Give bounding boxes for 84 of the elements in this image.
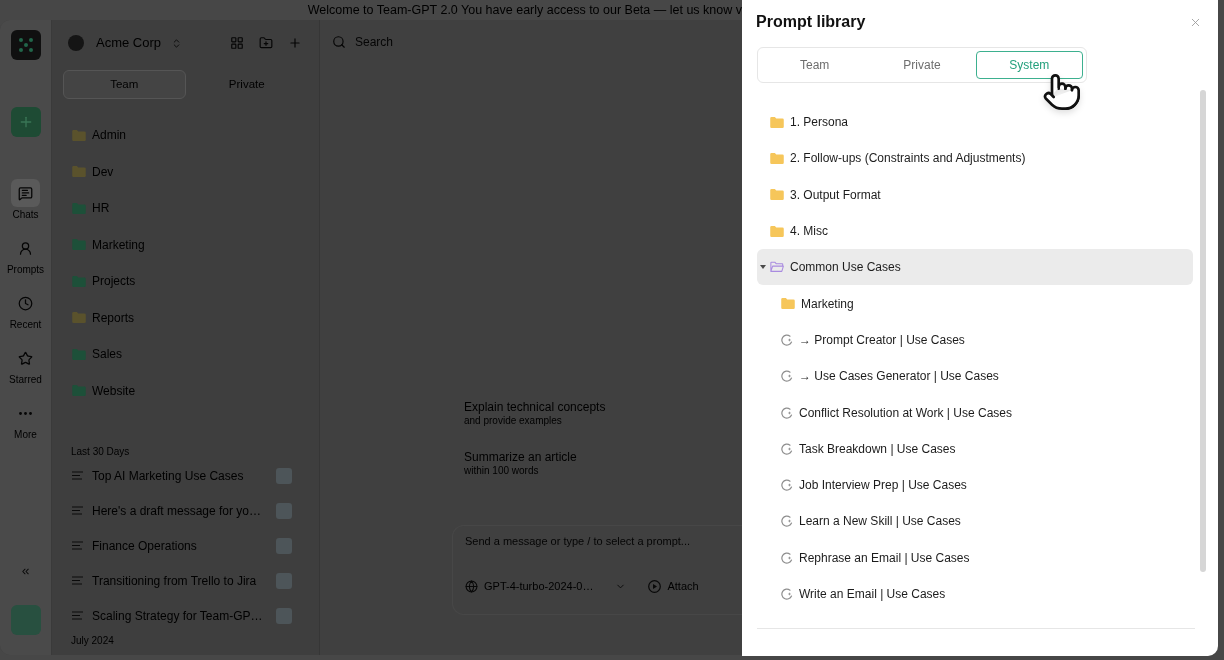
lines-icon	[72, 576, 83, 585]
chat-item[interactable]: Scaling Strategy for Team-GP…	[63, 598, 308, 633]
chat-icon	[18, 185, 33, 201]
folder-item[interactable]: Reports	[63, 299, 308, 336]
person-icon	[18, 240, 33, 256]
thumbnail-placeholder	[276, 572, 292, 589]
nav-label: Prompts	[6, 264, 45, 276]
folder-item[interactable]: Dev	[63, 153, 308, 190]
star-icon	[18, 350, 33, 366]
hand-cursor-icon	[1042, 72, 1082, 112]
thumbnail-placeholder	[276, 502, 292, 519]
section-label: July 2024	[70, 635, 115, 647]
folder-item[interactable]: Projects	[63, 263, 308, 300]
dots-icon	[19, 411, 32, 415]
clock-icon	[18, 295, 33, 311]
plus-icon[interactable]	[288, 36, 302, 50]
suggestion-card[interactable]: Explain technical concepts and provide examples	[464, 400, 606, 427]
library-tab[interactable]: Private	[868, 51, 976, 79]
sidebar-tab[interactable]: Team	[63, 70, 186, 99]
chat-item[interactable]: Transitioning from Trello to Jira	[63, 563, 308, 598]
tree-item[interactable]: 4. Misc	[757, 212, 1193, 250]
nav-label: Chats	[12, 209, 39, 221]
sparkle-arc-icon	[781, 406, 793, 419]
caret-icon	[760, 265, 766, 270]
banner-text: Welcome to Team-GPT 2.0 You have early access to our Beta — let us know v	[307, 2, 742, 18]
scrollbar-thumb[interactable]	[1200, 90, 1206, 572]
circle-play-icon	[648, 579, 662, 593]
chat-item[interactable]: Top AI Marketing Use Cases	[63, 458, 308, 493]
panel-title: Prompt library	[756, 12, 866, 32]
nav-label: Recent	[9, 319, 42, 331]
attach-button[interactable]: Attach	[648, 577, 699, 595]
library-tab[interactable]: System	[975, 51, 1083, 79]
tree-item[interactable]: Conflict Resolution at Work | Use Cases	[757, 394, 1193, 431]
sparkle-arc-icon	[781, 588, 793, 600]
chevrons-left-icon[interactable]	[20, 566, 31, 577]
tree-item[interactable]: → Prompt Creator | Use Cases	[757, 321, 1193, 359]
grid-icon[interactable]	[230, 36, 244, 50]
tree-item[interactable]: Rephrase an Email | Use Cases	[757, 539, 1193, 576]
chat-item[interactable]: Finance Operations	[63, 528, 308, 563]
tree-item[interactable]: Learn a New Skill | Use Cases	[757, 503, 1193, 540]
folder-item[interactable]: Marketing	[63, 226, 308, 263]
tree-item[interactable]: Marketing	[757, 285, 1193, 322]
lines-icon	[72, 471, 83, 480]
sparkle-arc-icon	[781, 442, 793, 455]
lines-icon	[72, 541, 83, 550]
tree-item[interactable]: Common Use Cases	[757, 249, 1193, 286]
model-selector[interactable]: GPT-4-turbo-2024-0…	[465, 577, 627, 595]
thumbnail-placeholder	[276, 467, 292, 484]
lines-icon	[72, 611, 83, 620]
sparkle-arc-icon	[781, 333, 793, 346]
sparkle-arc-icon	[781, 551, 793, 564]
nav-label: Starred	[9, 374, 42, 386]
lines-icon	[72, 506, 83, 515]
tree-item[interactable]: 2. Follow-ups (Constraints and Adjustments)	[757, 140, 1193, 177]
tree-item[interactable]: Write an Email | Use Cases	[757, 575, 1193, 613]
new-chat-button[interactable]	[10, 107, 41, 137]
search-icon	[332, 35, 346, 49]
tree-item[interactable]: Job Interview Prep | Use Cases	[757, 466, 1193, 504]
suggestion-card[interactable]: Summarize an article within 100 words	[464, 450, 577, 477]
tree-item[interactable]: Task Breakdown | Use Cases	[757, 430, 1193, 467]
folder-plus-icon[interactable]	[259, 36, 273, 50]
thumbnail-placeholder	[276, 607, 292, 624]
workspace-switcher[interactable]: Acme Corp	[63, 33, 183, 53]
nav-label: More	[14, 429, 37, 441]
folder-item[interactable]: HR	[63, 190, 308, 227]
tree-item[interactable]: 3. Output Format	[757, 176, 1193, 213]
sparkle-arc-icon	[781, 370, 793, 383]
chat-item[interactable]: Here's a draft message for yo…	[63, 493, 308, 528]
nav-button[interactable]	[11, 179, 40, 207]
tree-item[interactable]: 1. Persona	[757, 104, 1193, 141]
globe-icon	[465, 579, 478, 593]
sidebar-tab[interactable]: Private	[185, 70, 308, 99]
search-field[interactable]: Search	[355, 32, 555, 52]
sparkle-arc-icon	[781, 479, 793, 492]
thumbnail-placeholder	[276, 537, 292, 554]
section-label: Last 30 Days	[70, 446, 131, 458]
tree-item[interactable]: → Use Cases Generator | Use Cases	[757, 358, 1193, 395]
library-tab[interactable]: Team	[761, 51, 869, 79]
folder-item[interactable]: Sales	[63, 336, 308, 373]
sparkle-arc-icon	[781, 515, 793, 528]
folder-item[interactable]: Website	[63, 372, 308, 409]
workspace-logo-icon	[68, 35, 84, 51]
folder-item[interactable]: Admin	[63, 117, 308, 154]
logo-icon[interactable]	[10, 30, 41, 60]
